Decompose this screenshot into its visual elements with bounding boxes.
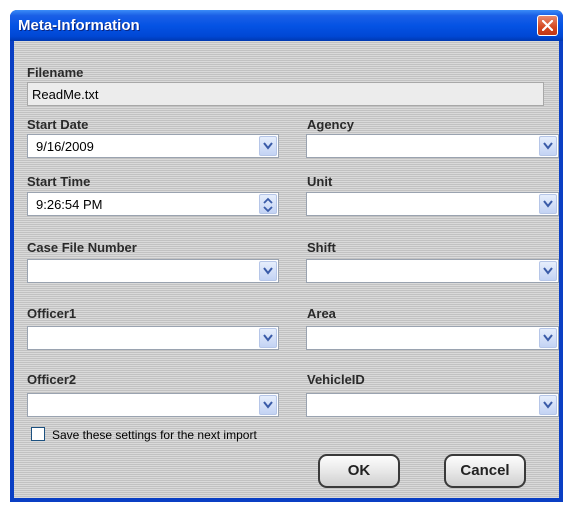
start-time-value: 9:26:54 PM [36,197,103,212]
save-settings-label[interactable]: Save these settings for the next import [52,428,257,442]
filename-value: ReadMe.txt [32,87,99,102]
filename-field: ReadMe.txt [27,82,544,106]
start-date-label: Start Date [27,117,89,132]
officer1-label: Officer1 [27,306,77,321]
start-date-value: 9/16/2009 [36,139,94,154]
case-file-number-dropdown[interactable] [27,259,279,283]
unit-label: Unit [307,174,333,189]
officer1-dropdown[interactable] [27,326,279,350]
chevron-down-icon [543,200,553,208]
chevron-down-icon [543,334,553,342]
close-icon [542,20,553,31]
chevron-down-icon [543,267,553,275]
unit-dropdown-button[interactable] [539,194,557,214]
officer2-label: Officer2 [27,372,77,387]
filename-label: Filename [27,65,84,80]
vehicle-id-label: VehicleID [307,372,365,387]
start-date-dropdown-button[interactable] [259,136,277,156]
shift-dropdown[interactable] [306,259,559,283]
area-dropdown[interactable] [306,326,559,350]
ok-button[interactable]: OK [318,454,400,488]
agency-dropdown[interactable] [306,134,559,158]
spinner-arrows-icon [263,197,273,213]
chevron-down-icon [263,142,273,150]
agency-label: Agency [307,117,354,132]
title-bar[interactable]: Meta-Information [10,10,563,41]
agency-dropdown-button[interactable] [539,136,557,156]
chevron-down-icon [543,401,553,409]
area-label: Area [307,306,336,321]
shift-dropdown-button[interactable] [539,261,557,281]
chevron-down-icon [263,334,273,342]
chevron-down-icon [543,142,553,150]
officer2-dropdown[interactable] [27,393,279,417]
start-time-label: Start Time [27,174,91,189]
window-title: Meta-Information [18,17,140,34]
shift-label: Shift [307,240,336,255]
unit-dropdown[interactable] [306,192,559,216]
case-file-number-label: Case File Number [27,240,137,255]
save-settings-checkbox[interactable] [31,427,45,441]
case-file-number-dropdown-button[interactable] [259,261,277,281]
chevron-down-icon [263,267,273,275]
vehicle-id-dropdown[interactable] [306,393,559,417]
start-time-spinner[interactable] [259,194,277,214]
cancel-button[interactable]: Cancel [444,454,526,488]
start-time-field[interactable]: 9:26:54 PM [27,192,279,216]
chevron-down-icon [263,401,273,409]
start-date-picker[interactable]: 9/16/2009 [27,134,279,158]
close-button[interactable] [537,15,558,36]
area-dropdown-button[interactable] [539,328,557,348]
vehicle-id-dropdown-button[interactable] [539,395,557,415]
officer2-dropdown-button[interactable] [259,395,277,415]
officer1-dropdown-button[interactable] [259,328,277,348]
